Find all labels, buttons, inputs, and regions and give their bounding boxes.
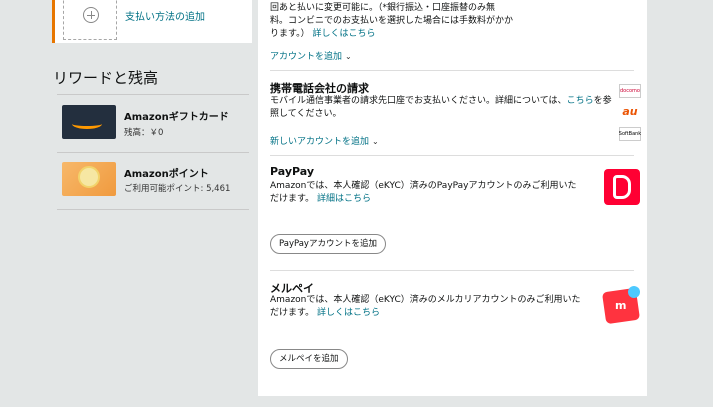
paypay-logo: [604, 169, 640, 205]
points-title[interactable]: Amazonポイント: [124, 165, 209, 180]
au-logo: au: [619, 104, 641, 118]
merpay-logo: m: [601, 286, 641, 325]
paypay-details-link[interactable]: 詳細はこちら: [317, 194, 371, 204]
divider: [270, 270, 634, 271]
divider: [270, 155, 634, 156]
details-link[interactable]: 詳しくはこちら: [312, 29, 375, 39]
merpay-details-link[interactable]: 詳しくはこちら: [317, 308, 380, 318]
amazon-smile-icon: [72, 119, 102, 129]
add-paypay-button[interactable]: PayPayアカウントを追加: [270, 234, 386, 254]
paypay-text: だけます。 詳細はこちら: [270, 194, 371, 204]
points-image[interactable]: [62, 162, 116, 196]
info-text-line: 料。コンビニでのお支払いを選択した場合には手数料がかか: [270, 16, 514, 26]
divider: [57, 94, 249, 95]
docomo-logo: docomo: [619, 84, 641, 98]
add-payment-box[interactable]: [63, 0, 117, 40]
chevron-down-icon: ⌄: [372, 137, 379, 146]
carrier-billing-heading: 携帯電話会社の請求: [270, 82, 369, 95]
rewards-title: リワードと残高: [53, 69, 159, 87]
divider: [57, 209, 249, 210]
chevron-down-icon: ⌄: [345, 52, 352, 61]
gift-card-image[interactable]: [62, 105, 116, 139]
merpay-dot-icon: [628, 286, 640, 298]
gift-card-title[interactable]: Amazonギフトカード: [124, 108, 229, 123]
gift-card-balance: 残高：￥0: [124, 128, 164, 138]
payment-methods-panel: 回あと払いに変更可能に。（*銀行振込・口座振替のみ無 料。コンビニでのお支払いを…: [258, 0, 647, 396]
carrier-billing-text: 照してください。: [270, 109, 342, 119]
carrier-details-link[interactable]: こちら: [567, 96, 594, 106]
paypay-heading: PayPay: [270, 165, 315, 178]
coin-icon: [78, 166, 100, 188]
info-text-line: 回あと払いに変更可能に。（*銀行振込・口座振替のみ無: [270, 3, 496, 13]
carrier-billing-text: モバイル通信事業者の請求先口座でお支払いください。詳細については、こちらを参: [270, 96, 612, 106]
plus-circle-icon: [83, 7, 99, 23]
merpay-m-icon: m: [615, 299, 627, 312]
info-text-line: ります。） 詳しくはこちら: [270, 29, 376, 39]
merpay-text: だけます。 詳しくはこちら: [270, 308, 380, 318]
paypay-text: Amazonでは、本人確認（eKYC）済みのPayPayアカウントのみご利用いた: [270, 181, 577, 191]
paypay-p-icon: [613, 175, 631, 199]
softbank-logo: SoftBank: [619, 127, 641, 141]
points-balance: ご利用可能ポイント: 5,461: [124, 184, 231, 194]
account-add-link[interactable]: アカウントを追加 ⌄: [270, 49, 352, 62]
add-payment-card[interactable]: 支払い方法の追加: [52, 0, 252, 43]
merpay-text: Amazonでは、本人確認（eKYC）済みのメルカリアカウントのみご利用いた: [270, 295, 581, 305]
new-account-link[interactable]: 新しいアカウントを追加 ⌄: [270, 134, 379, 147]
divider: [270, 70, 634, 71]
add-payment-link[interactable]: 支払い方法の追加: [125, 8, 205, 23]
divider: [57, 152, 249, 153]
add-merpay-button[interactable]: メルペイを追加: [270, 349, 348, 369]
